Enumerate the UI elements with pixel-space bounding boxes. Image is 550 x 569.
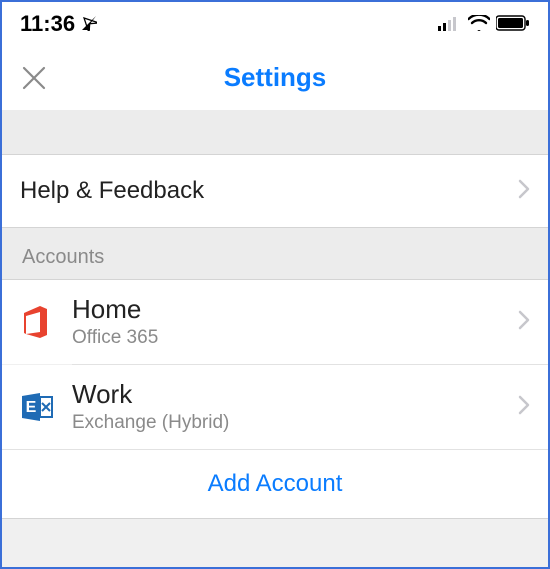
chevron-right-icon	[518, 179, 530, 204]
account-text: Work Exchange (Hybrid)	[72, 380, 229, 435]
settings-screen: 11:36	[0, 0, 550, 569]
status-right	[438, 11, 530, 37]
close-icon	[21, 65, 47, 91]
chevron-right-icon	[518, 395, 530, 420]
location-icon	[81, 11, 97, 37]
status-time: 11:36	[20, 11, 75, 37]
help-feedback-row[interactable]: Help & Feedback	[2, 155, 548, 227]
close-button[interactable]	[16, 60, 52, 96]
add-account-button[interactable]: Add Account	[2, 449, 548, 518]
battery-icon	[496, 11, 530, 37]
page-title: Settings	[224, 62, 327, 93]
accounts-section-header: Accounts	[2, 228, 548, 279]
svg-text:E: E	[26, 399, 37, 416]
wifi-icon	[468, 11, 490, 37]
account-detail: Office 365	[72, 327, 158, 350]
row-label: Help & Feedback	[20, 177, 204, 205]
account-row-work[interactable]: E Work Exchange (Hybrid)	[2, 365, 548, 449]
office365-icon	[20, 304, 72, 340]
nav-bar: Settings	[2, 46, 548, 110]
divider	[2, 518, 548, 519]
account-name: Work	[72, 380, 229, 410]
exchange-icon: E	[20, 391, 72, 423]
account-row-home[interactable]: Home Office 365	[2, 280, 548, 364]
chevron-right-icon	[518, 310, 530, 335]
account-name: Home	[72, 295, 158, 325]
status-bar: 11:36	[2, 2, 548, 46]
cellular-icon	[438, 11, 462, 37]
account-text: Home Office 365	[72, 295, 158, 350]
section-spacer	[2, 110, 548, 154]
account-detail: Exchange (Hybrid)	[72, 412, 229, 435]
status-left: 11:36	[20, 11, 97, 37]
